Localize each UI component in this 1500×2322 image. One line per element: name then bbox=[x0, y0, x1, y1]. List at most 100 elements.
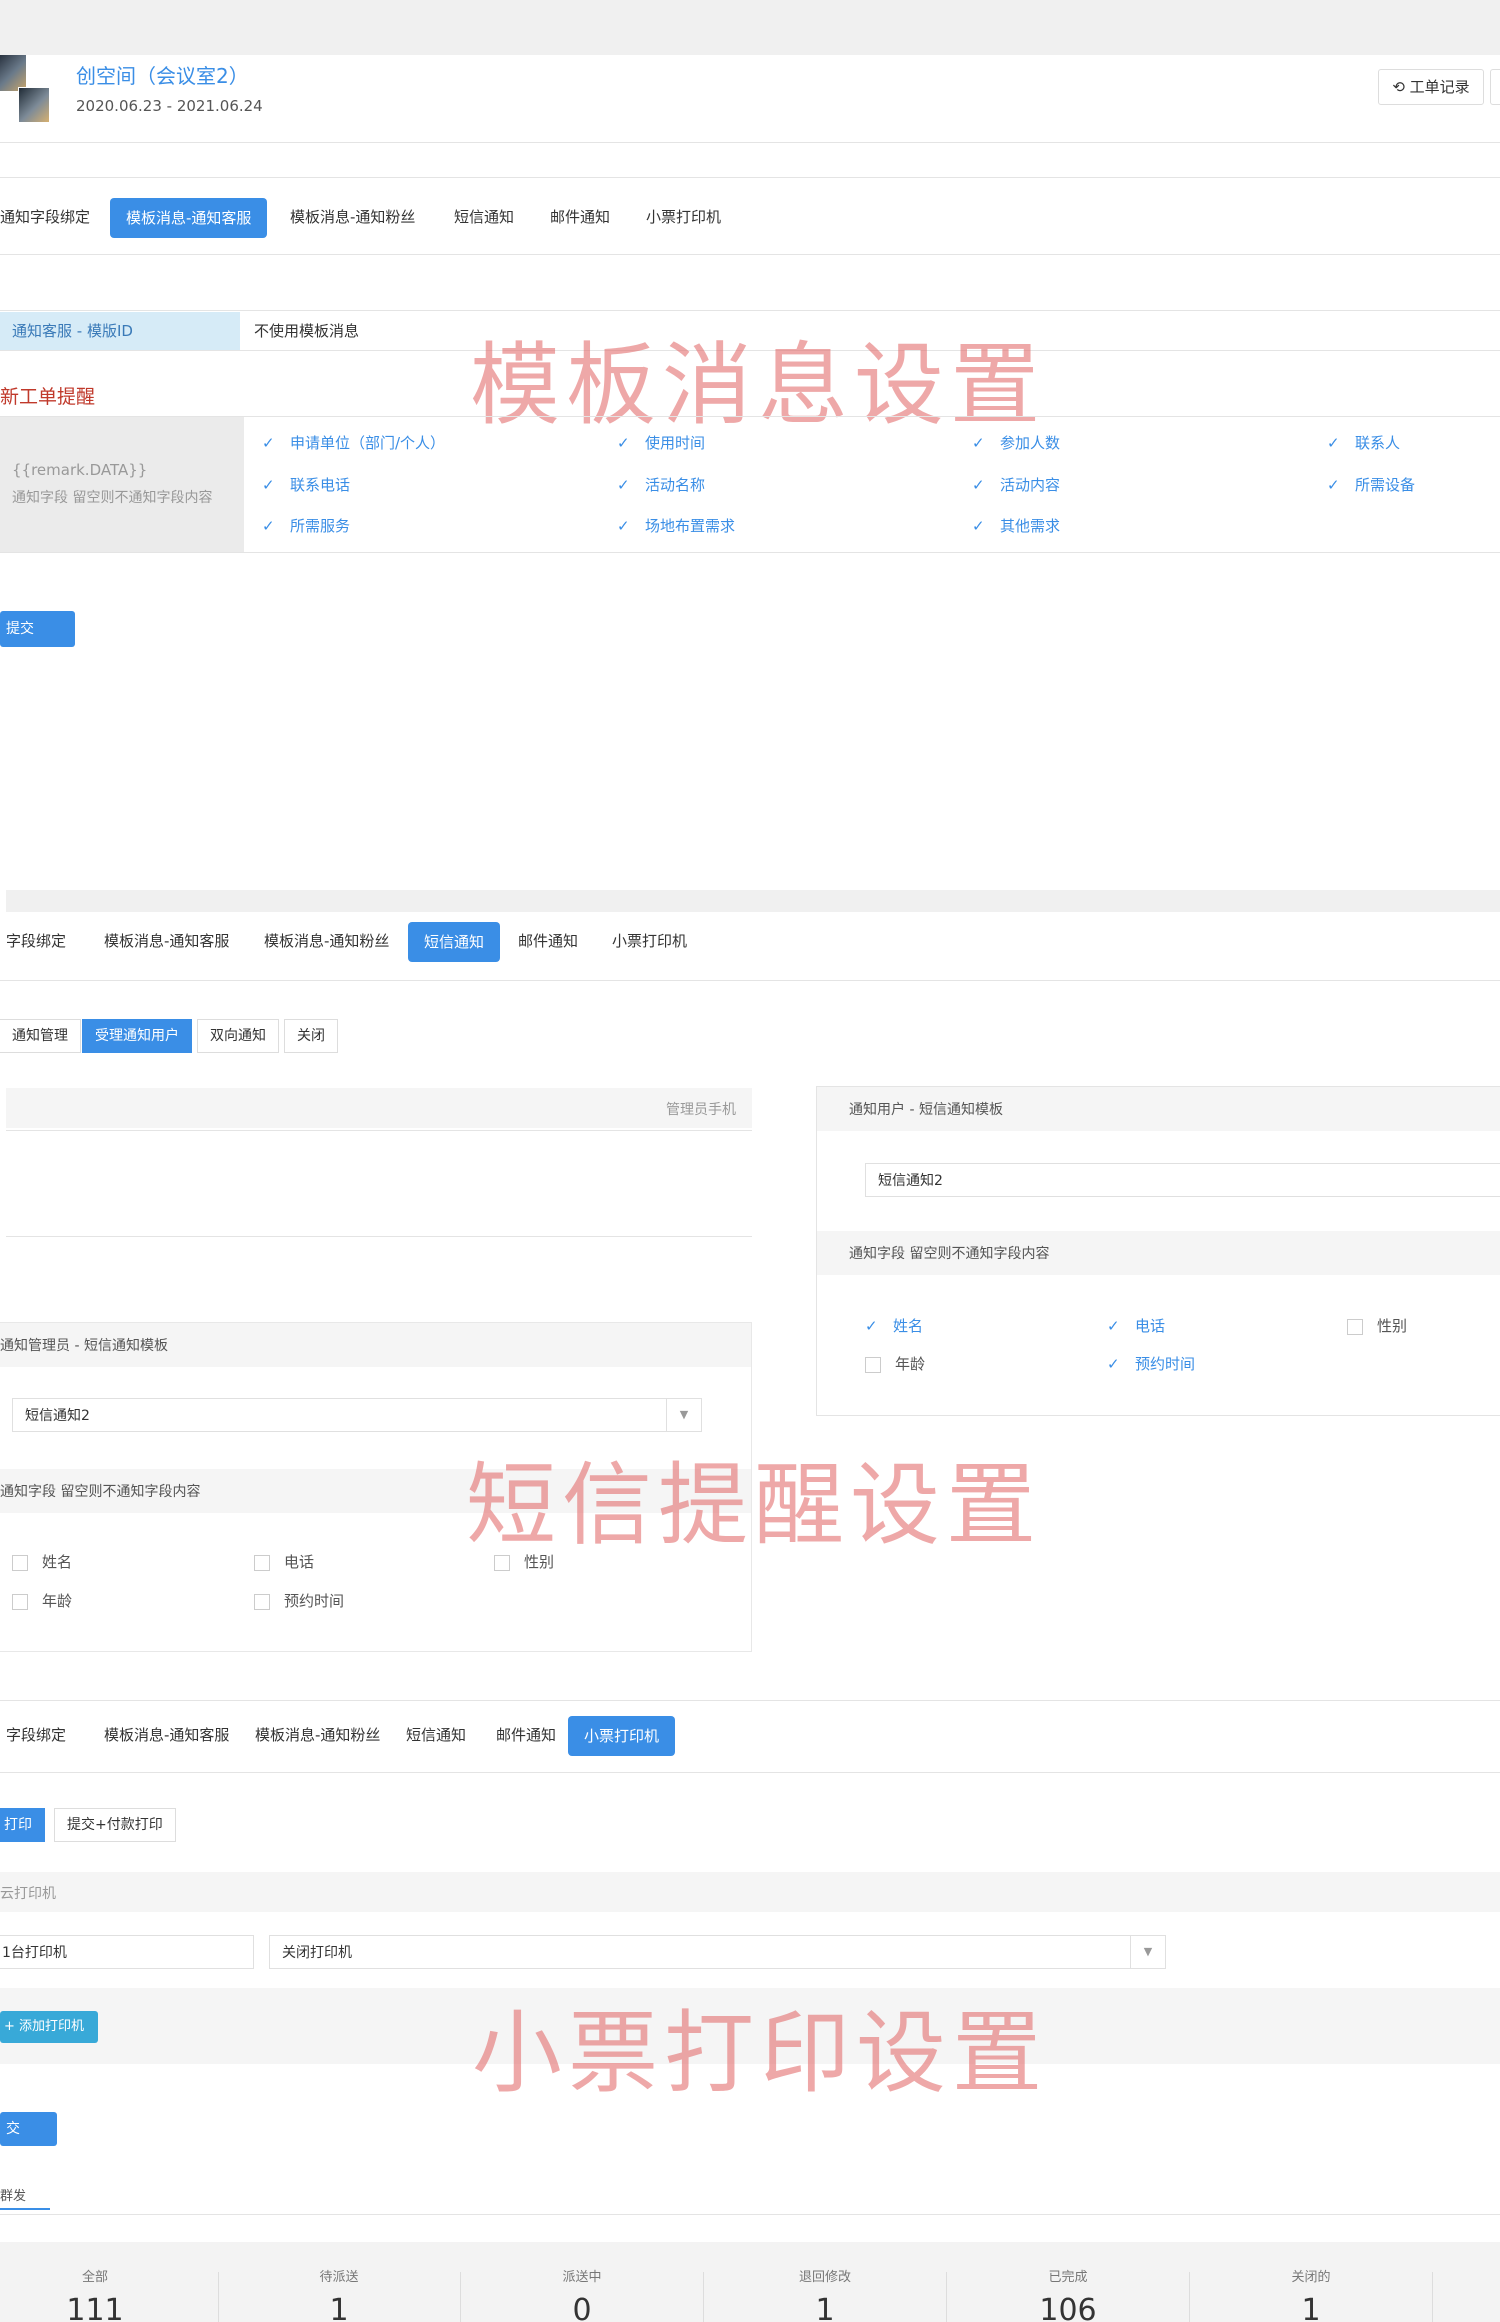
tab-field-binding[interactable]: 字段绑定 bbox=[6, 1716, 66, 1754]
printer-status-select[interactable]: 关闭打印机 ▼ bbox=[269, 1935, 1166, 1969]
extra-button-edge[interactable] bbox=[1490, 69, 1500, 105]
printer-name-input[interactable]: 1台打印机 bbox=[0, 1935, 254, 1969]
tabs-section1: 通知字段绑定 模板消息-通知客服 模板消息-通知粉丝 短信通知 邮件通知 小票打… bbox=[0, 198, 1500, 238]
chevron-down-icon: ▼ bbox=[1130, 1936, 1165, 1968]
tab-mass-send[interactable]: 群发 bbox=[0, 2185, 26, 2204]
add-printer-button[interactable]: + 添加打印机 bbox=[0, 2011, 98, 2043]
check-icon: ✓ bbox=[262, 476, 275, 494]
chevron-down-icon: ▼ bbox=[666, 1399, 701, 1431]
tab-field-binding[interactable]: 通知字段绑定 bbox=[0, 198, 90, 236]
work-record-button[interactable]: ⟲ 工单记录 bbox=[1378, 69, 1484, 105]
admin-checkbox-time[interactable]: 预约时间 bbox=[254, 1590, 344, 1611]
tab-template-fans[interactable]: 模板消息-通知粉丝 bbox=[264, 922, 389, 960]
subtab-close[interactable]: 关闭 bbox=[284, 1019, 338, 1053]
tab-underline bbox=[0, 2208, 50, 2210]
submit-button[interactable]: 提交 bbox=[0, 611, 75, 647]
checkbox-contact[interactable]: ✓ 联系人 bbox=[1327, 432, 1400, 453]
template-id-label: 通知客服 - 模版ID bbox=[0, 312, 240, 350]
tab-template-fans[interactable]: 模板消息-通知粉丝 bbox=[290, 198, 415, 236]
check-icon: ✓ bbox=[1327, 434, 1340, 452]
check-icon: ✓ bbox=[972, 517, 985, 535]
admin-phone-label: 管理员手机 bbox=[666, 1102, 736, 1118]
checkbox-applicant[interactable]: ✓ 申请单位（部门/个人） bbox=[262, 432, 445, 453]
tab-sms[interactable]: 短信通知 bbox=[406, 1716, 466, 1754]
tab-printer[interactable]: 小票打印机 bbox=[646, 198, 721, 236]
field-hint-line2: 通知字段 留空则不通知字段内容 bbox=[12, 490, 213, 506]
user-template-panel: 通知用户 - 短信通知模板 短信通知2 通知字段 留空则不通知字段内容 ✓ 姓名 … bbox=[816, 1086, 1500, 1416]
tabs-section2: 字段绑定 模板消息-通知客服 模板消息-通知粉丝 短信通知 邮件通知 小票打印机 bbox=[0, 922, 1500, 962]
user-checkbox-age[interactable]: 年龄 bbox=[865, 1353, 925, 1374]
checkbox-equipment[interactable]: ✓ 所需设备 bbox=[1327, 474, 1415, 495]
check-icon: ✓ bbox=[617, 517, 630, 535]
history-icon: ⟲ bbox=[1392, 78, 1405, 96]
template-id-value[interactable]: 不使用模板消息 bbox=[254, 312, 359, 350]
stat-delivering[interactable]: 派送中 0 bbox=[462, 2242, 702, 2322]
admin-template-select[interactable]: 短信通知2 ▼ bbox=[12, 1398, 702, 1432]
admin-checkbox-phone[interactable]: 电话 bbox=[254, 1551, 314, 1572]
subtab-notify-user[interactable]: 受理通知用户 bbox=[82, 1019, 192, 1053]
tab-printer[interactable]: 小票打印机 bbox=[568, 1716, 676, 1756]
page-title[interactable]: 创空间（会议室2） bbox=[76, 60, 249, 89]
date-range: 2020.06.23 - 2021.06.24 bbox=[76, 97, 263, 115]
tab-email[interactable]: 邮件通知 bbox=[518, 922, 578, 960]
user-template-header: 通知用户 - 短信通知模板 bbox=[817, 1087, 1500, 1131]
stat-completed[interactable]: 已完成 106 bbox=[948, 2242, 1188, 2322]
admin-template-header: 通知管理员 - 短信通知模板 bbox=[0, 1323, 751, 1367]
stat-closed[interactable]: 关闭的 1 bbox=[1191, 2242, 1431, 2322]
user-fields-header: 通知字段 留空则不通知字段内容 bbox=[817, 1231, 1500, 1275]
user-checkbox-time[interactable]: ✓ 预约时间 bbox=[1107, 1353, 1195, 1374]
field-hint-line1: {{remark.DATA}} bbox=[12, 461, 148, 479]
check-icon: ✓ bbox=[262, 434, 275, 452]
checkbox-phone[interactable]: ✓ 联系电话 bbox=[262, 474, 350, 495]
stat-returned[interactable]: 退回修改 1 bbox=[705, 2242, 945, 2322]
check-icon: ✓ bbox=[865, 1317, 878, 1335]
top-bar bbox=[0, 0, 1500, 55]
subtab-two-way[interactable]: 双向通知 bbox=[197, 1019, 279, 1053]
checkbox-use-time[interactable]: ✓ 使用时间 bbox=[617, 432, 705, 453]
subtab-notify-admin[interactable]: 通知管理 bbox=[0, 1019, 81, 1053]
section-divider bbox=[6, 890, 1500, 912]
checkbox-other[interactable]: ✓ 其他需求 bbox=[972, 515, 1060, 536]
stat-pending[interactable]: 待派送 1 bbox=[219, 2242, 459, 2322]
tab-email[interactable]: 邮件通知 bbox=[496, 1716, 556, 1754]
user-checkbox-name[interactable]: ✓ 姓名 bbox=[865, 1315, 923, 1336]
checkbox-attendees[interactable]: ✓ 参加人数 bbox=[972, 432, 1060, 453]
cloud-printer-label: 云打印机 bbox=[0, 1886, 56, 1902]
cloud-printer-header: 云打印机 bbox=[0, 1872, 1500, 1912]
tab-template-cs[interactable]: 模板消息-通知客服 bbox=[104, 1716, 229, 1754]
new-order-title: 新工单提醒 bbox=[0, 386, 96, 408]
tab-template-fans[interactable]: 模板消息-通知粉丝 bbox=[255, 1716, 380, 1754]
admin-checkbox-age[interactable]: 年龄 bbox=[12, 1590, 72, 1611]
stat-all[interactable]: 全部 111 bbox=[0, 2242, 215, 2322]
subtab-submit-print[interactable]: 打印 bbox=[0, 1808, 45, 1842]
admin-checkbox-name[interactable]: 姓名 bbox=[12, 1551, 72, 1572]
field-hint-panel: {{remark.DATA}} 通知字段 留空则不通知字段内容 bbox=[0, 417, 244, 552]
submit-button[interactable]: 交 bbox=[0, 2112, 57, 2146]
user-template-select[interactable]: 短信通知2 bbox=[865, 1163, 1500, 1197]
tab-template-cs[interactable]: 模板消息-通知客服 bbox=[104, 922, 229, 960]
user-checkbox-phone[interactable]: ✓ 电话 bbox=[1107, 1315, 1165, 1336]
check-icon: ✓ bbox=[972, 476, 985, 494]
check-icon: ✓ bbox=[262, 517, 275, 535]
checkbox-layout[interactable]: ✓ 场地布置需求 bbox=[617, 515, 735, 536]
watermark-sms: 短信提醒设置 bbox=[466, 1453, 1042, 1558]
stats-bar: 全部 111 待派送 1 派送中 0 退回修改 1 已完成 106 关闭的 1 bbox=[0, 2242, 1500, 2322]
tabs-section3: 字段绑定 模板消息-通知客服 模板消息-通知粉丝 短信通知 邮件通知 小票打印机 bbox=[0, 1716, 1500, 1756]
check-icon: ✓ bbox=[1327, 476, 1340, 494]
watermark-template: 模板消息设置 bbox=[470, 333, 1046, 438]
checkbox-services[interactable]: ✓ 所需服务 bbox=[262, 515, 350, 536]
watermark-printer: 小票打印设置 bbox=[472, 2001, 1048, 2106]
check-icon: ✓ bbox=[1107, 1317, 1120, 1335]
subtab-pay-print[interactable]: 提交+付款打印 bbox=[54, 1808, 176, 1842]
tab-template-cs[interactable]: 模板消息-通知客服 bbox=[110, 198, 268, 238]
check-icon: ✓ bbox=[972, 434, 985, 452]
check-icon: ✓ bbox=[1107, 1355, 1120, 1373]
tab-sms[interactable]: 短信通知 bbox=[408, 922, 501, 962]
checkbox-activity-name[interactable]: ✓ 活动名称 bbox=[617, 474, 705, 495]
tab-printer[interactable]: 小票打印机 bbox=[612, 922, 687, 960]
tab-email[interactable]: 邮件通知 bbox=[550, 198, 610, 236]
checkbox-activity-content[interactable]: ✓ 活动内容 bbox=[972, 474, 1060, 495]
tab-sms[interactable]: 短信通知 bbox=[454, 198, 514, 236]
user-checkbox-gender[interactable]: 性别 bbox=[1347, 1315, 1407, 1336]
tab-field-binding[interactable]: 字段绑定 bbox=[6, 922, 66, 960]
